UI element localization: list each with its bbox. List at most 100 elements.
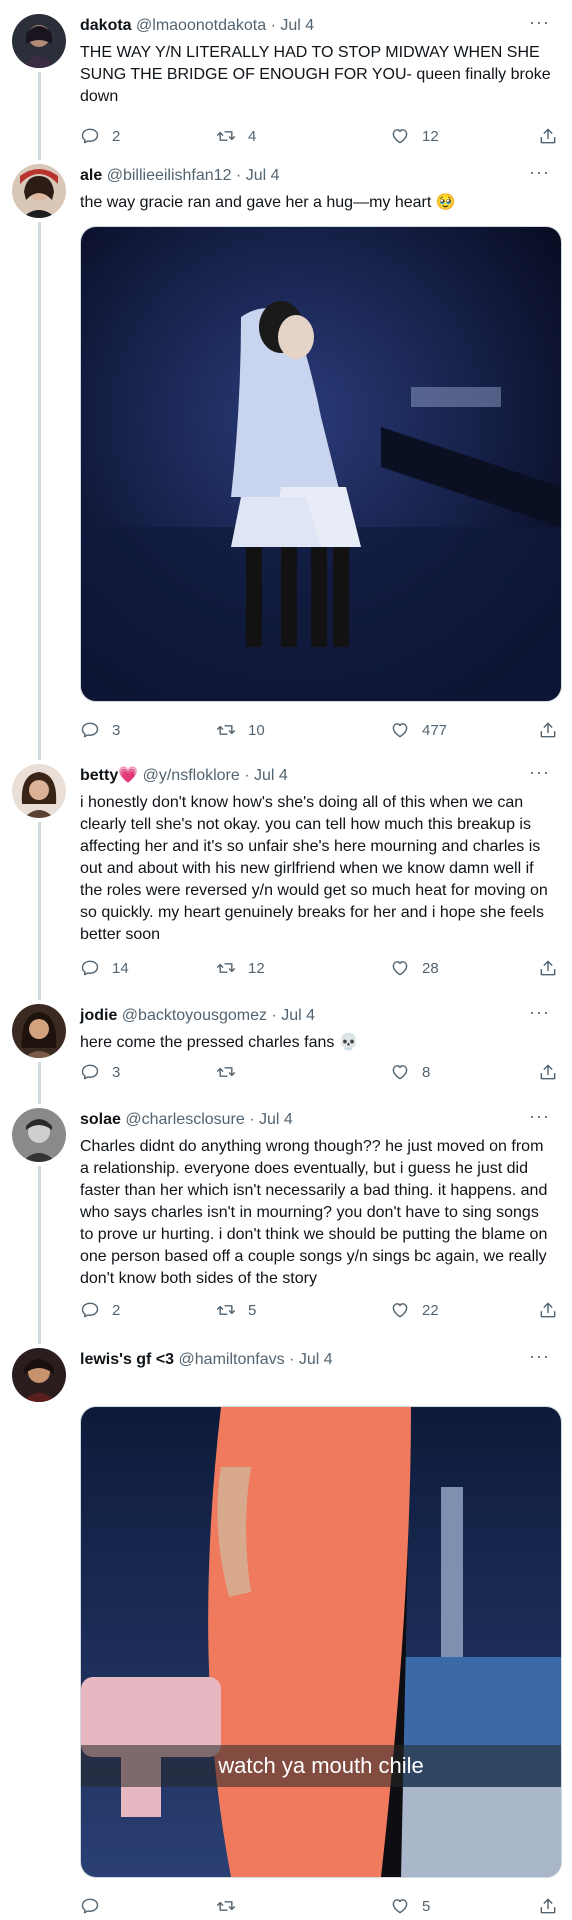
avatar[interactable] [12,164,66,218]
reply-count: 2 [112,127,121,145]
like-button[interactable]: 8 [390,1060,430,1084]
tweet-header: solae @charlesclosure · Jul 4 [80,1110,552,1130]
display-name[interactable]: jodie [80,1007,117,1024]
display-name[interactable]: betty [80,767,118,784]
retweet-icon [216,963,236,973]
retweet-count: 5 [248,1301,257,1319]
tweet-text: Charles didnt do anything wrong though??… [80,1138,548,1287]
more-options-icon[interactable]: ··· [529,12,550,33]
reply-button[interactable]: 2 [80,1298,120,1322]
more-options-icon[interactable]: ··· [529,162,550,183]
tweet-actions: 5 [80,1894,560,1918]
heart-icon [392,1303,408,1318]
display-name[interactable]: ale [80,167,102,184]
like-count: 8 [422,1063,431,1081]
heart-icon [392,723,408,738]
like-button[interactable]: 22 [390,1298,439,1322]
image-caption: watch ya mouth chile [81,1745,561,1787]
thread-line [38,1094,41,1104]
reply-count: 3 [112,1063,121,1081]
tweet-actions: 2 5 22 [80,1298,560,1322]
reply-button[interactable]: 3 [80,718,120,742]
thread-line [38,1062,41,1094]
retweet-button[interactable]: 4 [216,124,256,148]
share-button[interactable] [538,718,558,742]
reply-button[interactable] [80,1894,112,1918]
user-handle[interactable]: @billieeilishfan12 [107,167,232,184]
like-count: 5 [422,1897,431,1915]
avatar[interactable] [12,1348,66,1402]
retweet-button[interactable] [216,1060,248,1084]
user-handle[interactable]: @hamiltonfavs [179,1351,285,1368]
avatar[interactable] [12,14,66,68]
retweet-button[interactable]: 12 [216,956,265,980]
share-button[interactable] [538,956,558,980]
more-options-icon[interactable]: ··· [529,762,550,783]
tweet-text: here come the pressed charles fans 💀 [80,1034,359,1051]
tweet-date[interactable]: · Jul 4 [271,17,315,34]
display-name[interactable]: lewis's gf <3 [80,1351,174,1368]
tweet-date[interactable]: · Jul 4 [271,1007,315,1024]
retweet-count: 12 [248,959,265,977]
tweet[interactable]: jodie @backtoyousgomez · Jul 4 here come… [0,990,572,1094]
retweet-button[interactable]: 10 [216,718,265,742]
meme-image [81,1407,561,1877]
thread-line [38,990,41,1000]
avatar[interactable] [12,764,66,818]
avatar[interactable] [12,1108,66,1162]
like-button[interactable]: 28 [390,956,439,980]
tweet-header: jodie @backtoyousgomez · Jul 4 [80,1006,552,1026]
share-button[interactable] [538,1060,558,1084]
like-button[interactable]: 5 [390,1894,430,1918]
user-handle[interactable]: @lmaoonotdakota [136,17,266,34]
reply-button[interactable]: 3 [80,1060,120,1084]
heart-icon [392,961,408,976]
tweet-header: lewis's gf <3 @hamiltonfavs · Jul 4 [80,1350,552,1370]
tweet-photo[interactable]: watch ya mouth chile [80,1406,562,1878]
like-button[interactable]: 477 [390,718,447,742]
more-options-icon[interactable]: ··· [529,1106,550,1127]
retweet-button[interactable] [216,1894,248,1918]
thread-line [38,750,41,760]
user-handle[interactable]: @backtoyousgomez [122,1007,267,1024]
reply-icon [81,1302,99,1318]
share-icon [540,1064,556,1080]
tweet-date[interactable]: · Jul 4 [249,1111,293,1128]
reply-icon [81,128,99,144]
display-name[interactable]: solae [80,1111,121,1128]
more-options-icon[interactable]: ··· [529,1346,550,1367]
user-handle[interactable]: @y/nsfloklore [143,767,240,784]
like-button[interactable]: 12 [390,124,439,148]
tweet-date[interactable]: · Jul 4 [236,167,280,184]
avatar[interactable] [12,1004,66,1058]
retweet-icon [216,725,236,735]
tweet-photo[interactable] [80,226,562,702]
tweet-text: the way gracie ran and gave her a hug—my… [80,194,456,211]
tweet[interactable]: ale @billieeilishfan12 · Jul 4 the way g… [0,150,572,750]
share-icon [540,128,556,144]
like-count: 22 [422,1301,439,1319]
heart-icon [392,129,408,144]
tweet[interactable]: dakota @lmaoonotdakota · Jul 4 THE WAY Y… [0,0,572,160]
more-options-icon[interactable]: ··· [529,1002,550,1023]
thread-line [38,822,41,990]
share-button[interactable] [538,124,558,148]
retweet-count: 10 [248,721,265,739]
display-name[interactable]: dakota [80,17,132,34]
tweet[interactable]: lewis's gf <3 @hamiltonfavs · Jul 4 watc… [0,1334,572,1920]
tweet[interactable]: solae @charlesclosure · Jul 4 Charles di… [0,1094,572,1334]
share-button[interactable] [538,1894,558,1918]
share-icon [540,960,556,976]
heart-icon [392,1065,408,1080]
tweet-date[interactable]: · Jul 4 [289,1351,333,1368]
tweet-actions: 2 4 12 [80,124,560,148]
reply-button[interactable]: 2 [80,124,120,148]
user-handle[interactable]: @charlesclosure [125,1111,244,1128]
tweet-text: THE WAY Y/N LITERALLY HAD TO STOP MIDWAY… [80,44,551,105]
reply-button[interactable]: 14 [80,956,129,980]
retweet-button[interactable]: 5 [216,1298,256,1322]
reply-count: 14 [112,959,129,977]
tweet-date[interactable]: · Jul 4 [244,767,288,784]
tweet[interactable]: betty💗 @y/nsfloklore · Jul 4 i honestly … [0,750,572,990]
share-button[interactable] [538,1298,558,1322]
